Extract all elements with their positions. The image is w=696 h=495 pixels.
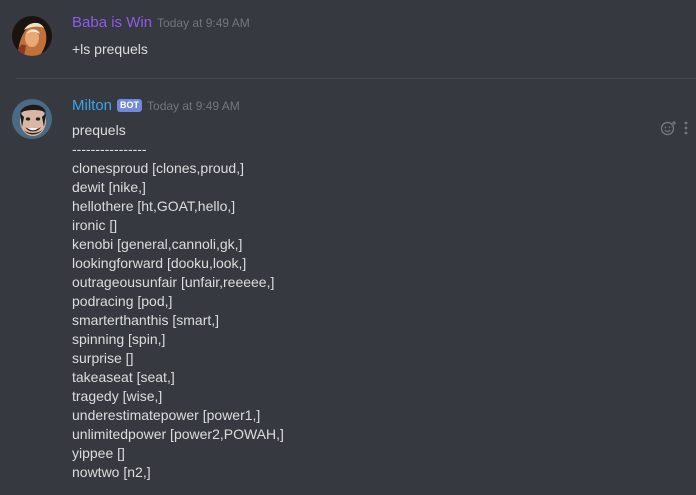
message-line: outrageousunfair [unfair,reeeee,] xyxy=(72,274,275,290)
message-line: underestimatepower [power1,] xyxy=(72,407,261,423)
message-line: takeaseat [seat,] xyxy=(72,369,175,385)
message-line: prequels xyxy=(72,122,126,138)
message-content: prequels ---------------- clonesproud [c… xyxy=(72,121,284,482)
message-line: surprise [] xyxy=(72,350,134,366)
message-line: spinning [spin,] xyxy=(72,331,166,347)
message-line: unlimitedpower [power2,POWAH,] xyxy=(72,426,284,442)
avatar-baba[interactable] xyxy=(12,16,52,56)
message-line: ---------------- xyxy=(72,141,147,157)
message-line: smarterthanthis [smart,] xyxy=(72,312,220,328)
message-line: lookingforward [dooku,look,] xyxy=(72,255,247,271)
avatar-milton[interactable] xyxy=(12,99,52,139)
message-header: Baba is Win Today at 9:49 AM xyxy=(72,14,250,34)
message-baba: Baba is Win Today at 9:49 AM +ls prequel… xyxy=(0,0,696,76)
message-milton: Milton BOT Today at 9:49 AM prequels ---… xyxy=(0,84,696,495)
message-divider xyxy=(16,78,696,79)
chat-messages: Baba is Win Today at 9:49 AM +ls prequel… xyxy=(0,0,696,495)
message-line: nowtwo [n2,] xyxy=(72,464,151,480)
message-content: +ls prequels xyxy=(72,40,148,59)
username[interactable]: Baba is Win xyxy=(72,14,152,31)
message-line: kenobi [general,cannoli,gk,] xyxy=(72,236,243,252)
avatar-milton-image xyxy=(12,99,52,139)
message-line: dewit [nike,] xyxy=(72,179,146,195)
timestamp: Today at 9:49 AM xyxy=(157,16,250,30)
message-line: clonesproud [clones,proud,] xyxy=(72,160,244,176)
message-line: podracing [pod,] xyxy=(72,293,173,309)
message-text: +ls prequels xyxy=(72,41,148,57)
timestamp: Today at 9:49 AM xyxy=(147,99,240,113)
username[interactable]: Milton xyxy=(72,97,112,114)
message-actions xyxy=(660,120,688,141)
add-reaction-icon[interactable] xyxy=(660,120,676,141)
bot-badge: BOT xyxy=(117,99,143,112)
message-header: Milton BOT Today at 9:49 AM xyxy=(72,97,240,117)
message-line: tragedy [wise,] xyxy=(72,388,163,404)
message-line: ironic [] xyxy=(72,217,118,233)
message-line: hellothere [ht,GOAT,hello,] xyxy=(72,198,236,214)
message-line: yippee [] xyxy=(72,445,125,461)
more-options-icon[interactable] xyxy=(684,121,688,140)
avatar-baba-image xyxy=(12,16,52,56)
